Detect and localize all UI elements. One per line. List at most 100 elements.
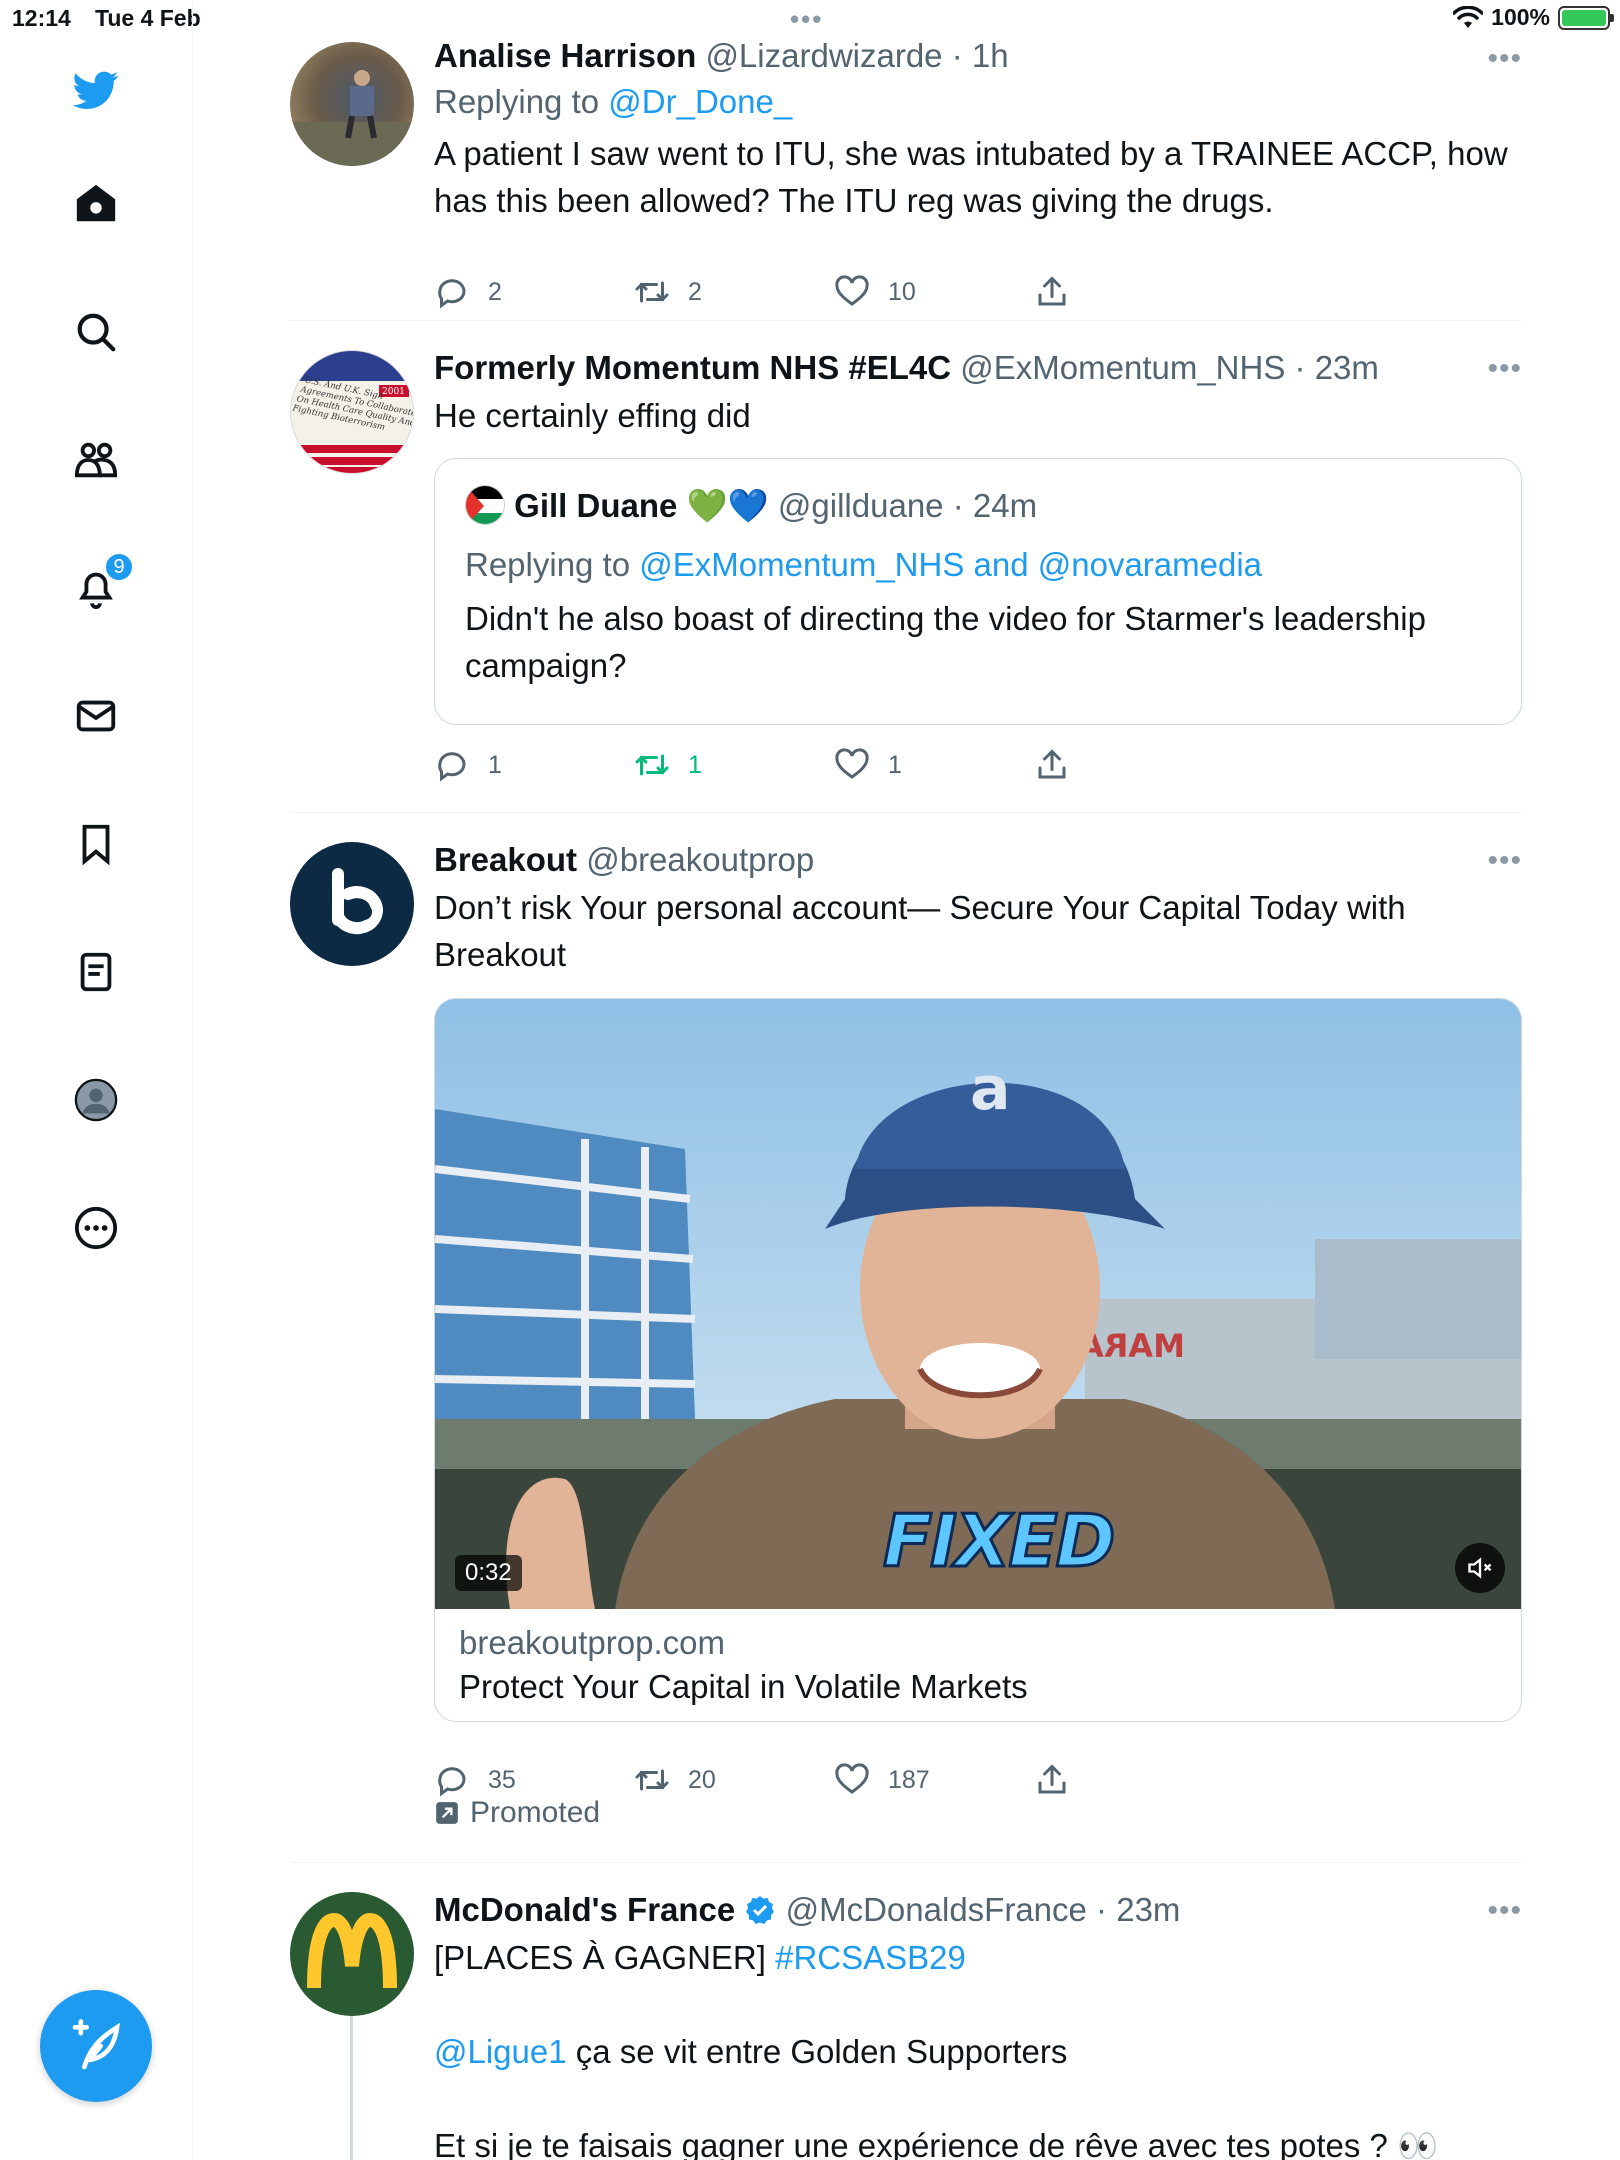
heart-emojis: 💚💙 xyxy=(686,487,769,524)
quote-text: Didn't he also boast of directing the vi… xyxy=(465,600,1426,684)
quote-avatar[interactable] xyxy=(465,485,505,525)
search-icon[interactable] xyxy=(70,306,122,358)
author-handle[interactable]: @breakoutprop xyxy=(586,841,814,878)
tweet-more-icon[interactable]: ••• xyxy=(1487,352,1522,386)
tweet-text-line-2: @Ligue1 ça se vit entre Golden Supporter… xyxy=(434,2033,1068,2070)
like-button[interactable]: 187 xyxy=(834,1762,1034,1798)
promoted-icon xyxy=(436,1802,458,1824)
twitter-logo-icon[interactable] xyxy=(70,64,122,116)
retweet-icon xyxy=(635,754,669,776)
tweet-header: Analise Harrison @Lizardwizarde · 1h xyxy=(434,37,1009,74)
quote-author-name[interactable]: Gill Duane xyxy=(514,487,677,524)
tweet-time[interactable]: 1h xyxy=(972,37,1009,74)
quote-header: Gill Duane 💚💙 @gillduane · 24m xyxy=(465,485,1037,527)
avatar-breakout[interactable] xyxy=(290,842,414,966)
card-title: Protect Your Capital in Volatile Markets xyxy=(459,1668,1028,1705)
heart-icon xyxy=(835,275,869,306)
video-duration: 0:32 xyxy=(455,1555,522,1591)
tweet-actions: 35 20 187 xyxy=(434,1760,1234,1800)
tweet-time[interactable]: 23m xyxy=(1116,1891,1180,1928)
tweet-more-icon[interactable]: ••• xyxy=(1487,42,1522,76)
compose-feather-icon xyxy=(72,2019,120,2070)
share-button[interactable] xyxy=(1034,1762,1234,1798)
author-handle[interactable]: @McDonaldsFrance xyxy=(786,1891,1087,1928)
profile-icon[interactable] xyxy=(70,1074,122,1126)
author-name[interactable]: Breakout xyxy=(434,841,577,878)
card-meta: breakoutprop.com Protect Your Capital in… xyxy=(459,1621,1028,1709)
hashtag-link[interactable]: #RCSASB29 xyxy=(775,1939,966,1976)
quote-author-handle[interactable]: @gillduane xyxy=(778,487,944,524)
home-icon[interactable] xyxy=(70,178,122,230)
tweet-text-line-3: Et si je te faisais gagner une expérienc… xyxy=(434,2127,1439,2160)
tweet-text: Don’t risk Your personal account— Secure… xyxy=(434,889,1406,973)
quoted-tweet[interactable]: Gill Duane 💚💙 @gillduane · 24m Replying … xyxy=(434,458,1522,725)
quote-time: 24m xyxy=(972,487,1038,524)
author-name[interactable]: Analise Harrison xyxy=(434,37,696,74)
tweet-divider xyxy=(290,1862,1522,1863)
author-name[interactable]: Formerly Momentum NHS #EL4C xyxy=(434,349,951,386)
notifications-bell-icon[interactable]: 9 xyxy=(70,552,134,614)
muted-speaker-icon xyxy=(1468,1557,1492,1579)
share-icon xyxy=(1038,1764,1066,1794)
sidebar: 9 xyxy=(0,0,193,2160)
verified-badge-icon xyxy=(746,1896,775,1924)
tweet-text: A patient I saw went to ITU, she was int… xyxy=(434,135,1508,219)
status-bar: 12:14 Tue 4 Feb ••• 100% xyxy=(0,0,1620,40)
author-handle[interactable]: @Lizardwizarde xyxy=(705,37,942,74)
quote-replying-to: Replying to @ExMomentum_NHS and @novaram… xyxy=(465,546,1263,583)
tweet-header: Breakout @breakoutprop xyxy=(434,840,1522,880)
multitasking-dots[interactable]: ••• xyxy=(790,4,823,35)
share-icon xyxy=(1038,276,1066,306)
notifications-badge: 9 xyxy=(104,552,134,582)
share-button[interactable] xyxy=(1034,747,1234,783)
tweet-more-icon[interactable]: ••• xyxy=(1487,844,1522,878)
thread-line xyxy=(350,2016,353,2160)
avatar-formerly-momentum[interactable]: 2001 U.S. And U.K. Sign Agreements To Co… xyxy=(290,350,414,474)
heart-icon xyxy=(835,748,869,779)
reply-icon xyxy=(438,1767,466,1797)
retweet-icon xyxy=(635,1769,669,1791)
avatar-mcdonalds-france[interactable] xyxy=(290,1892,414,2016)
compose-tweet-button[interactable] xyxy=(40,1990,152,2102)
mention-link[interactable]: @Ligue1 xyxy=(434,2033,567,2070)
messages-icon[interactable] xyxy=(70,690,122,742)
lists-icon[interactable] xyxy=(70,946,122,998)
retweet-button[interactable]: 1 xyxy=(634,747,834,783)
tweet-time[interactable]: 23m xyxy=(1315,349,1379,386)
share-button[interactable] xyxy=(1034,274,1234,310)
reply-icon xyxy=(438,279,466,309)
reply-button[interactable]: 35 xyxy=(434,1762,634,1798)
retweet-button[interactable]: 20 xyxy=(634,1762,834,1798)
tweet-text-line-1: [PLACES À GAGNER] #RCSASB29 xyxy=(434,1939,966,1976)
card-domain: breakoutprop.com xyxy=(459,1624,725,1661)
heart-icon xyxy=(835,1763,869,1794)
quote-replying-to-link[interactable]: @ExMomentum_NHS and @novaramedia xyxy=(639,546,1262,583)
mute-button[interactable] xyxy=(1455,1543,1505,1593)
tweet-actions: 2 2 10 xyxy=(434,272,1234,312)
more-options-icon[interactable] xyxy=(70,1202,122,1254)
tweet-more-icon[interactable]: ••• xyxy=(1487,1894,1522,1928)
video-caption: FIXED xyxy=(881,1498,1116,1585)
svg-text:a: a xyxy=(970,1054,1011,1124)
link-card[interactable]: MARA a FIXED 0:32 breakoutprop.com Prote… xyxy=(434,998,1522,1722)
reply-icon xyxy=(438,752,466,782)
reply-button[interactable]: 1 xyxy=(434,747,634,783)
author-name[interactable]: McDonald's France xyxy=(434,1891,735,1928)
ad-video[interactable]: MARA a FIXED 0:32 xyxy=(435,999,1521,1609)
tweet-header: Formerly Momentum NHS #EL4C @ExMomentum_… xyxy=(434,349,1379,386)
retweet-button[interactable]: 2 xyxy=(634,274,834,310)
bookmarks-icon[interactable] xyxy=(70,818,122,870)
replying-to: Replying to @Dr_Done_ xyxy=(434,83,793,120)
author-handle[interactable]: @ExMomentum_NHS xyxy=(960,349,1285,386)
tweet-actions: 1 1 1 xyxy=(434,745,1234,785)
replying-to-link[interactable]: @Dr_Done_ xyxy=(608,83,792,120)
communities-icon[interactable] xyxy=(70,434,122,486)
like-button[interactable]: 1 xyxy=(834,747,1034,783)
status-right: 100% xyxy=(1453,4,1614,31)
avatar-analise-harrison[interactable] xyxy=(290,42,414,166)
share-icon xyxy=(1038,749,1066,779)
tweet-header: McDonald's France @McDonaldsFrance · 23m xyxy=(434,1891,1181,1928)
promoted-label: Promoted xyxy=(434,1796,600,1830)
like-button[interactable]: 10 xyxy=(834,274,1034,310)
reply-button[interactable]: 2 xyxy=(434,274,634,310)
